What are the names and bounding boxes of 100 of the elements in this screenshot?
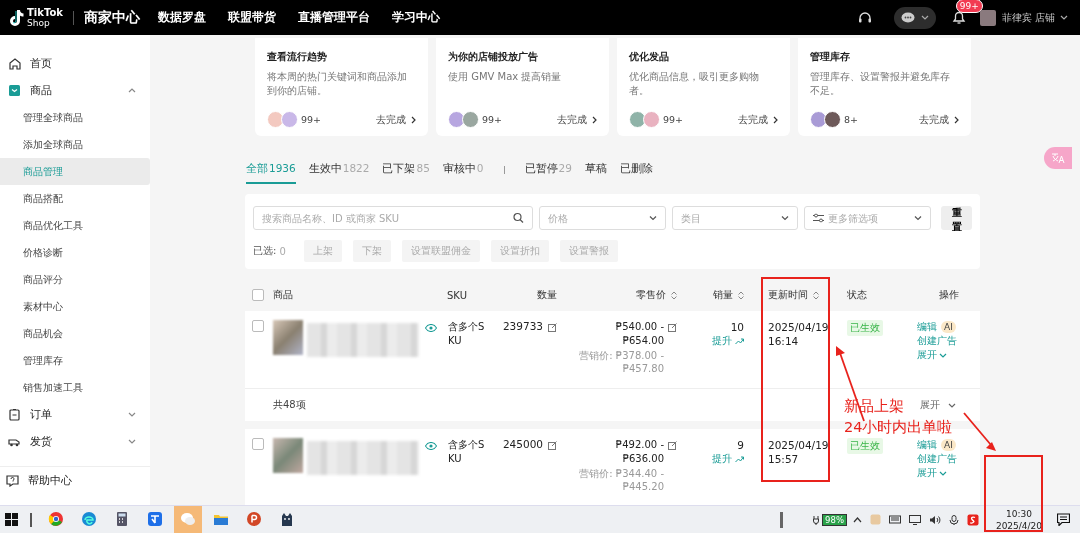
status-tab[interactable]: 草稿 [584, 156, 607, 184]
sort-icon [813, 290, 819, 300]
product-thumbnail [643, 111, 660, 128]
sort-icon [738, 290, 744, 300]
presentation-icon[interactable] [246, 510, 262, 527]
chevron-right-icon [773, 115, 778, 124]
notification-icon[interactable] [1057, 513, 1070, 526]
sidebar-item[interactable]: 销售加速工具 [0, 374, 150, 401]
speaker-icon[interactable] [929, 514, 941, 525]
edit-link[interactable]: 编辑 [917, 438, 937, 452]
create-ad-link[interactable]: 创建广告 [917, 452, 957, 466]
sidebar-item[interactable]: 管理库存 [0, 347, 150, 374]
monitor-icon[interactable] [909, 514, 921, 525]
expand-link[interactable]: 展开 [917, 348, 947, 362]
expand-link[interactable]: 展开 [920, 398, 956, 412]
caret-icon [128, 88, 136, 93]
browser-icon[interactable] [81, 510, 97, 527]
sidebar-item[interactable]: 商品优化工具 [0, 212, 150, 239]
quantity-text: 245000 [502, 438, 543, 450]
reset-button[interactable]: 重置 [941, 206, 972, 230]
column-header: SKU [447, 289, 467, 301]
expand-link[interactable]: 展开 [917, 466, 947, 480]
more-filters-dropdown[interactable]: 更多筛选项 [804, 206, 931, 230]
complete-link[interactable]: 去完成 [557, 112, 597, 127]
column-header[interactable]: 更新时间 [768, 288, 819, 302]
headset-icon[interactable] [857, 10, 872, 25]
translate-icon [1051, 152, 1065, 164]
card-description: 使用 GMV Max 提高销量 [448, 70, 563, 84]
checkbox[interactable] [252, 320, 264, 332]
checkbox[interactable] [252, 289, 264, 301]
price-dropdown[interactable]: 价格 [539, 206, 666, 230]
boost-link[interactable]: 提升 [712, 452, 744, 466]
product-count: 99+ [301, 114, 322, 125]
create-ad-link[interactable]: 创建广告 [917, 334, 957, 348]
account-menu[interactable]: 菲律宾 店铺 [1001, 10, 1068, 25]
nav-link[interactable]: 数据罗盘 [157, 9, 206, 26]
quantity-text: 239733 [502, 320, 543, 332]
status-tab[interactable]: 审核中0 [442, 156, 484, 184]
app-icon[interactable] [147, 510, 163, 527]
brand-link[interactable]: 商家中心 [83, 8, 140, 27]
checkbox[interactable] [252, 438, 264, 450]
calculator-icon[interactable] [114, 510, 130, 527]
eye-icon[interactable] [425, 324, 437, 332]
edit-icon[interactable] [668, 323, 677, 332]
microphone-icon[interactable] [949, 514, 959, 525]
input-method-icon[interactable] [967, 513, 979, 526]
ai-badge[interactable]: AI [941, 439, 956, 451]
sidebar-item[interactable]: 订单 [0, 401, 150, 428]
plug-icon [813, 514, 820, 525]
sidebar-item[interactable]: 发货 [0, 428, 150, 455]
sidebar-item[interactable]: 商品搭配 [0, 185, 150, 212]
sidebar-item[interactable]: 添加全球商品 [0, 131, 150, 158]
complete-link[interactable]: 去完成 [738, 112, 778, 127]
status-tab[interactable]: 已删除 [619, 156, 653, 184]
sidebar-item[interactable]: 首页 [0, 50, 150, 77]
annotation-arrow [963, 412, 997, 452]
nav-link[interactable]: 联盟带货 [227, 9, 276, 26]
windows-start-icon[interactable] [5, 513, 18, 526]
status-tab[interactable]: 已暂停29 [524, 156, 572, 184]
sidebar-item[interactable]: 商品机会 [0, 320, 150, 347]
column-header[interactable]: 销量 [713, 288, 744, 302]
ai-badge[interactable]: AI [941, 321, 956, 333]
eye-icon[interactable] [425, 442, 437, 450]
search-icon[interactable] [513, 212, 524, 224]
category-dropdown[interactable]: 类目 [672, 206, 798, 230]
bell-icon[interactable] [951, 10, 966, 25]
sidebar-item[interactable]: 素材中心 [0, 293, 150, 320]
complete-link[interactable]: 去完成 [376, 112, 416, 127]
sidebar-item[interactable]: 价格诊断 [0, 239, 150, 266]
edit-icon[interactable] [548, 323, 557, 332]
marketing-price: 营销价: ₱378.00 - ₱457.80 [578, 349, 664, 375]
nav-link[interactable]: 直播管理平台 [297, 9, 370, 26]
chat-button[interactable] [893, 6, 936, 29]
tiktok-logo-icon [8, 8, 24, 27]
sidebar-item[interactable]: 商品 [0, 77, 150, 104]
edit-link[interactable]: 编辑 [917, 320, 937, 334]
browser-icon[interactable] [48, 510, 64, 527]
status-tab[interactable]: 已下架 85 [382, 156, 430, 184]
caret-icon [939, 352, 947, 358]
trend-up-icon [735, 337, 744, 345]
sidebar-item[interactable]: 管理全球商品 [0, 104, 150, 131]
edit-icon[interactable] [668, 441, 677, 450]
sidebar-item[interactable]: 商品评分 [0, 266, 150, 293]
status-tab[interactable]: 生效中 1822 [308, 156, 370, 184]
avatar [979, 9, 996, 26]
system-clock[interactable]: 10:30 2025/4/20 [991, 507, 1047, 532]
nav-link[interactable]: 学习中心 [391, 9, 440, 26]
keyboard-icon[interactable] [889, 515, 901, 524]
chevron-up-icon[interactable] [853, 516, 862, 523]
complete-link[interactable]: 去完成 [919, 112, 959, 127]
chevron-right-icon [592, 115, 597, 124]
product-thumbnail [462, 111, 479, 128]
column-header[interactable]: 零售价 [636, 288, 677, 302]
help-icon [6, 474, 19, 487]
boost-link[interactable]: 提升 [712, 334, 744, 348]
edit-icon[interactable] [548, 441, 557, 450]
status-badge: 已生效 [847, 320, 883, 336]
caret-icon [128, 439, 136, 444]
search-field[interactable]: 搜索商品名称、ID 或商家 SKU [253, 206, 533, 230]
clipboard-icon [8, 408, 21, 421]
